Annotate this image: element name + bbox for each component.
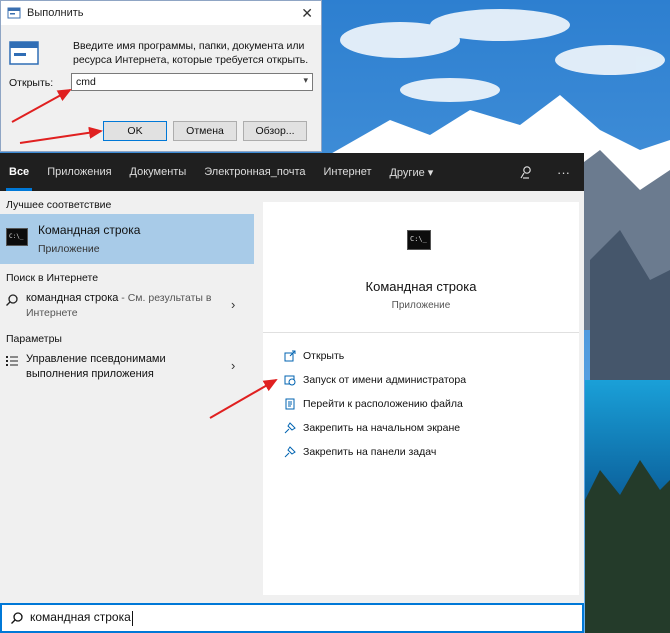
settings-result-label: Управление псевдонимами выполнения прило…: [26, 353, 166, 380]
run-dialog-titlebar: Выполнить ✕: [1, 1, 321, 25]
tab-all[interactable]: Все: [0, 153, 38, 191]
best-match-item[interactable]: C:\_ Командная строка Приложение: [0, 214, 254, 264]
search-query-text: командная строка: [30, 610, 131, 625]
command-prompt-icon: C:\_: [407, 230, 431, 250]
pin-icon: [283, 445, 297, 459]
svg-text:C:\_: C:\_: [410, 235, 428, 243]
action-label: Запуск от имени администратора: [303, 374, 467, 386]
best-match-subtitle: Приложение: [38, 243, 100, 255]
results-list: Лучшее соответствие C:\_ Командная строк…: [0, 191, 254, 595]
settings-result[interactable]: Управление псевдонимами выполнения прило…: [0, 348, 254, 386]
action-run-as-admin[interactable]: Запуск от имени администратора: [283, 371, 466, 389]
pin-icon: [283, 421, 297, 435]
search-input[interactable]: командная строка: [0, 603, 584, 633]
browse-button[interactable]: Обзор...: [243, 121, 307, 141]
web-search-result[interactable]: командная строка - См. результаты в Инте…: [0, 287, 254, 325]
web-search-text: командная строка - См. результаты в Инте…: [26, 291, 216, 321]
tab-internet[interactable]: Интернет: [314, 153, 380, 191]
run-dialog-title: Выполнить: [27, 7, 84, 19]
preview-subtitle: Приложение: [391, 300, 451, 311]
cancel-button[interactable]: Отмена: [173, 121, 237, 141]
preview-pane: C:\_ Командная строка Приложение Открыть…: [263, 202, 579, 595]
tab-apps[interactable]: Приложения: [38, 153, 120, 191]
action-open-file-location[interactable]: Перейти к расположению файла: [283, 395, 463, 413]
text-caret: [131, 610, 133, 626]
preview-title: Командная строка: [365, 279, 477, 294]
action-open[interactable]: Открыть: [283, 347, 344, 365]
tab-documents[interactable]: Документы: [121, 153, 196, 191]
action-pin-to-start[interactable]: Закрепить на начальном экране: [283, 419, 460, 437]
run-command-value: cmd: [76, 76, 96, 88]
search-input-value: командная строка: [30, 610, 133, 626]
more-options-icon[interactable]: ···: [557, 165, 570, 180]
action-label: Открыть: [303, 350, 345, 362]
tab-email[interactable]: Электронная_почта: [195, 153, 314, 191]
chevron-right-icon[interactable]: ›: [231, 358, 235, 373]
open-icon: [283, 349, 297, 363]
search-icon: [11, 612, 23, 624]
file-location-icon: [283, 397, 297, 411]
chevron-right-icon[interactable]: ›: [231, 297, 235, 312]
search-icon: [6, 294, 18, 306]
close-icon[interactable]: ✕: [301, 5, 313, 22]
web-search-query: командная строка: [26, 292, 119, 304]
run-dialog-description: Введите имя программы, папки, документа …: [73, 40, 309, 66]
action-label: Перейти к расположению файла: [303, 398, 463, 410]
shield-icon: [283, 373, 297, 387]
settings-heading: Параметры: [6, 333, 62, 345]
list-settings-icon: [6, 356, 18, 366]
divider: [263, 332, 579, 333]
search-tabs: Все Приложения Документы Электронная_поч…: [0, 153, 584, 191]
chevron-down-icon[interactable]: ▾: [303, 75, 308, 86]
run-dialog: Выполнить ✕ Введите имя программы, папки…: [0, 0, 322, 152]
run-app-icon: [7, 7, 21, 19]
run-dialog-icon: [9, 41, 39, 65]
start-search-panel: Все Приложения Документы Электронная_поч…: [0, 153, 584, 633]
best-match-title: Командная строка: [38, 223, 141, 237]
best-match-heading: Лучшее соответствие: [6, 199, 112, 211]
web-search-heading: Поиск в Интернете: [6, 272, 99, 284]
action-label: Закрепить на панели задач: [303, 446, 437, 458]
tab-other[interactable]: Другие ▾: [380, 153, 442, 191]
ok-button[interactable]: OK: [103, 121, 167, 141]
run-command-input[interactable]: cmd ▾: [71, 73, 313, 91]
command-prompt-icon: C:\_: [6, 228, 28, 246]
open-label: Открыть:: [9, 77, 54, 89]
svg-text:C:\_: C:\_: [9, 233, 24, 240]
action-label: Закрепить на начальном экране: [303, 422, 461, 434]
feedback-icon[interactable]: [519, 165, 533, 179]
action-pin-to-taskbar[interactable]: Закрепить на панели задач: [283, 443, 436, 461]
